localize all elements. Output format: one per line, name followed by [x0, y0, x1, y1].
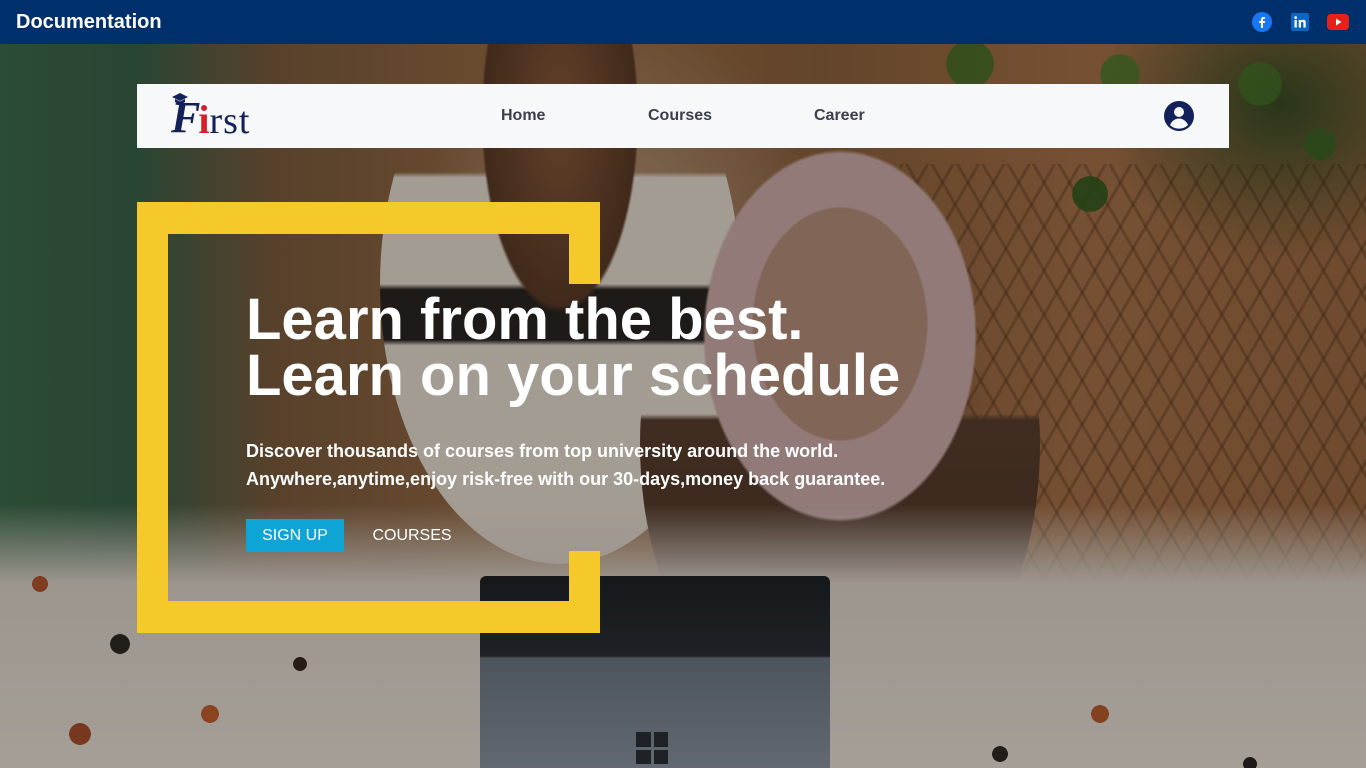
yellow-frame-right-top [569, 202, 600, 284]
subtext-line-1: Discover thousands of courses from top u… [246, 441, 839, 461]
logo-letters-rst: rst [209, 100, 251, 142]
subtext-line-2: Anywhere,anytime,enjoy risk-free with ou… [246, 469, 886, 489]
headline-line-2: Learn on your schedule [246, 343, 901, 408]
nav-home-link[interactable]: Home [501, 107, 545, 125]
top-bar: Documentation [0, 0, 1366, 44]
nav-career-link[interactable]: Career [814, 107, 865, 125]
courses-button[interactable]: COURSES [360, 519, 464, 552]
hero-headline: Learn from the best. Learn on your sched… [246, 287, 901, 408]
youtube-icon[interactable] [1326, 12, 1350, 32]
linkedin-icon[interactable] [1288, 12, 1312, 32]
headline-line-1: Learn from the best. [246, 287, 804, 352]
sign-up-button[interactable]: SIGN UP [246, 519, 344, 552]
documentation-link[interactable]: Documentation [16, 11, 162, 34]
nav-courses-link[interactable]: Courses [648, 107, 712, 125]
yellow-frame-left [137, 202, 168, 633]
yellow-frame-top [137, 202, 600, 234]
facebook-icon[interactable] [1250, 12, 1274, 32]
first-logo[interactable]: F i rst [171, 93, 251, 142]
logo-letter-i: i [198, 97, 210, 142]
social-links [1250, 12, 1350, 32]
yellow-frame-right-bottom [569, 551, 600, 633]
graduation-cap-icon [172, 93, 188, 104]
yellow-frame-bottom [137, 601, 600, 633]
hero-subtext: Discover thousands of courses from top u… [246, 437, 885, 493]
user-account-icon[interactable] [1163, 100, 1195, 132]
main-navbar: F i rst Home Courses Career [137, 84, 1229, 148]
